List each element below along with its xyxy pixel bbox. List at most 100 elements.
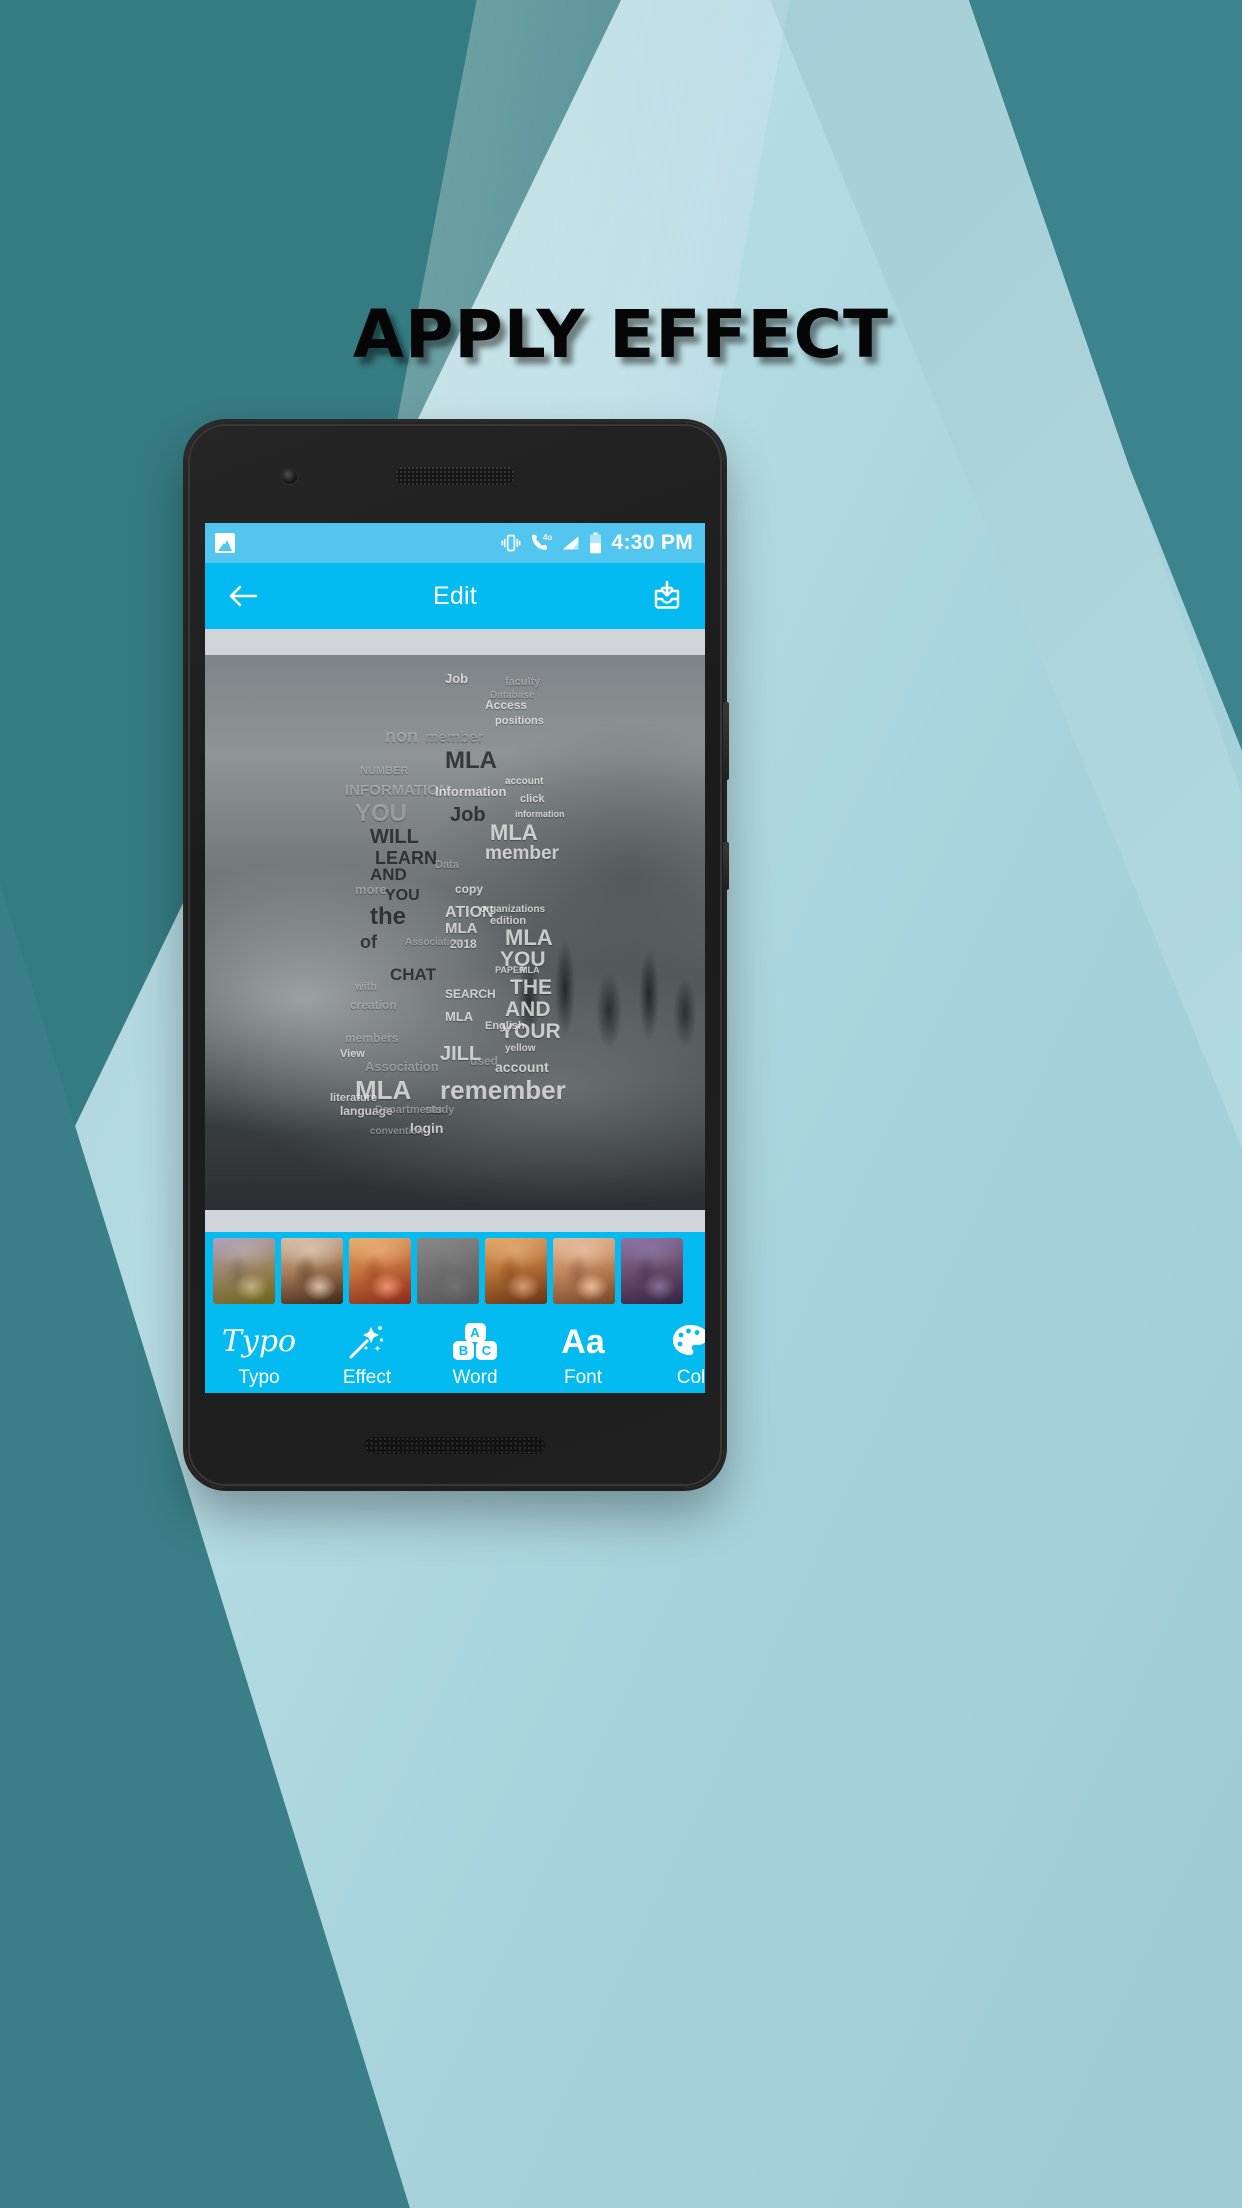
filter-filmstrip[interactable] [205, 1232, 705, 1310]
block-a: A [464, 1323, 486, 1342]
canvas-word: information [515, 809, 565, 820]
canvas-word: click [520, 792, 545, 805]
canvas-top-spacer [205, 629, 705, 655]
canvas-word: yellow [505, 1042, 536, 1054]
phone-mockup: 4 G 4:30 PM Edit Job faculty Access Data… [186, 422, 729, 1488]
canvas-word: Database [490, 690, 535, 702]
phone-screen: 4 G 4:30 PM Edit Job faculty Access Data… [205, 523, 705, 1393]
canvas-word: Data [435, 859, 459, 872]
typo-script-icon: Typo [221, 1324, 297, 1359]
phone-4g-icon: 4 G [531, 533, 552, 550]
canvas-word: member [425, 728, 484, 746]
power-button[interactable] [723, 842, 729, 890]
canvas-word: THE [510, 975, 552, 999]
canvas-word: Access [485, 698, 528, 713]
canvas-word: Association [405, 937, 462, 949]
canvas-word: remember [440, 1074, 566, 1105]
canvas-word: non [385, 726, 418, 747]
thumbnail-tint [621, 1238, 683, 1304]
tab-typo[interactable]: Typo Typo [205, 1310, 313, 1393]
save-download-icon [654, 580, 680, 609]
canvas-word: the [370, 902, 406, 930]
canvas-word: account [495, 1059, 549, 1076]
tab-word-label: Word [452, 1367, 498, 1388]
tab-effect[interactable]: Effect [313, 1310, 421, 1393]
canvas-word: MLA [520, 964, 540, 975]
canvas-word: organizations [480, 903, 546, 915]
color-palette-icon [671, 1323, 705, 1361]
canvas-word: MLA [505, 924, 553, 950]
canvas-word: MLA [445, 1009, 474, 1025]
gallery-icon [215, 533, 235, 553]
back-arrow-icon [229, 585, 258, 607]
canvas-bottom-spacer [205, 1210, 705, 1232]
status-time: 4:30 PM [611, 531, 693, 554]
filter-thumbnail[interactable] [213, 1238, 275, 1304]
page-title: Edit [433, 581, 477, 610]
svg-text:G: G [547, 535, 552, 542]
thumbnail-tint [417, 1238, 479, 1304]
canvas-word: MLA [445, 747, 497, 775]
canvas-word: INFORMATION [345, 781, 450, 799]
abc-blocks-icon: A B C [451, 1323, 499, 1361]
save-button[interactable] [645, 574, 689, 618]
canvas-word: Job [450, 803, 486, 826]
thumbnail-tint [349, 1238, 411, 1304]
tab-typo-label: Typo [238, 1367, 280, 1388]
filter-thumbnail[interactable] [281, 1238, 343, 1304]
tab-color-label: Col [676, 1367, 705, 1388]
tool-tabbar[interactable]: Typo Typo Effect A B C Word Aa Font Col [205, 1310, 705, 1393]
earpiece-speaker [395, 466, 515, 485]
thumbnail-tint [213, 1238, 275, 1304]
edit-canvas[interactable]: Job faculty Access Database positions non memb… [205, 655, 705, 1210]
tab-word[interactable]: A B C Word [421, 1310, 529, 1393]
volume-button[interactable] [723, 702, 729, 780]
tab-font-label: Font [563, 1367, 603, 1388]
front-camera [282, 469, 297, 484]
canvas-word: of [360, 931, 377, 952]
vibrate-icon [501, 534, 521, 552]
canvas-word: with [355, 981, 377, 994]
canvas-word: study [425, 1103, 455, 1116]
canvas-word: convention [370, 1125, 424, 1137]
canvas-word: Association [365, 1059, 439, 1075]
back-button[interactable] [221, 574, 265, 618]
filter-thumbnail[interactable] [553, 1238, 615, 1304]
canvas-word: copy [455, 881, 484, 896]
canvas-word: literature [330, 1092, 378, 1105]
promo-headline: APPLY EFFECT [0, 296, 1242, 373]
canvas-word: faculty [505, 676, 541, 689]
canvas-word: MLA [445, 920, 478, 938]
canvas-word: used [470, 1053, 499, 1068]
typographic-portrait: Job faculty Access Database positions non memb… [205, 655, 705, 1210]
canvas-word: NUMBER [360, 765, 409, 777]
canvas-word: members [345, 1031, 399, 1046]
filter-thumbnail[interactable] [417, 1238, 479, 1304]
magic-wand-icon [347, 1323, 387, 1361]
tab-font[interactable]: Aa Font [529, 1310, 637, 1393]
canvas-word: View [340, 1048, 365, 1061]
canvas-word: member [485, 842, 559, 864]
filter-thumbnail[interactable] [621, 1238, 683, 1304]
canvas-word: YOU [355, 800, 408, 828]
canvas-word: Information [435, 784, 507, 800]
battery-icon [589, 532, 601, 554]
tab-color[interactable]: Col [637, 1310, 705, 1393]
canvas-word: CHAT [390, 964, 436, 984]
filter-thumbnail[interactable] [349, 1238, 411, 1304]
signal-icon [562, 536, 578, 550]
canvas-word: account [505, 776, 544, 788]
block-c: C [476, 1341, 497, 1360]
filter-thumbnail[interactable] [485, 1238, 547, 1304]
headline-text: APPLY EFFECT [352, 296, 890, 373]
canvas-word: English [485, 1020, 525, 1033]
thumbnail-tint [485, 1238, 547, 1304]
tab-effect-label: Effect [342, 1367, 392, 1388]
canvas-word: WILL [370, 826, 419, 849]
canvas-word: Job [445, 670, 469, 686]
canvas-word: positions [495, 715, 544, 728]
block-b: B [453, 1341, 474, 1360]
font-aa-icon: Aa [561, 1323, 605, 1361]
canvas-word: creation [350, 998, 397, 1013]
canvas-word: more [355, 881, 387, 897]
